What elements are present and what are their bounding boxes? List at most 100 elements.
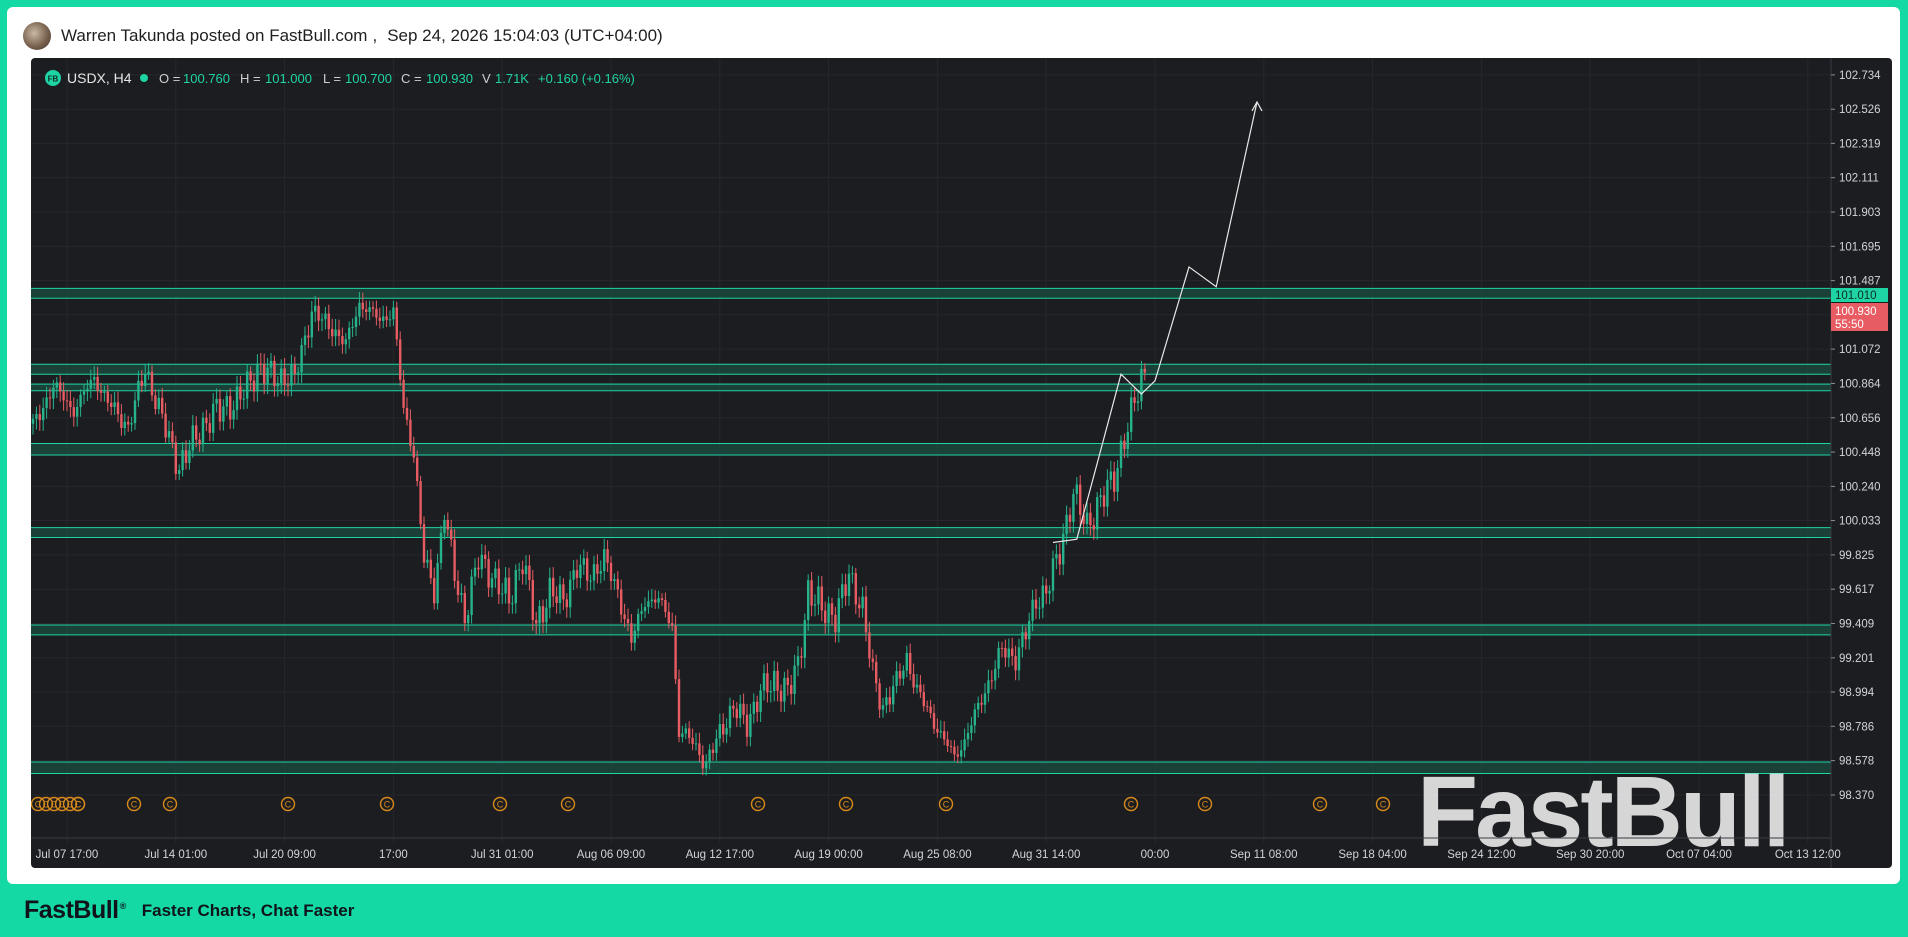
close-value: 100.930: [426, 71, 473, 86]
candle-body: [348, 327, 351, 340]
price-tick-label: 101.487: [1839, 276, 1881, 288]
event-marker-label: C: [131, 800, 138, 810]
candle-body: [507, 577, 511, 604]
candle-body: [572, 570, 575, 580]
candle-body: [79, 394, 82, 407]
candle-body: [38, 414, 41, 421]
candle-body: [742, 703, 745, 715]
candle-body: [259, 363, 262, 365]
footer-logo-text[interactable]: FastBull: [24, 896, 119, 924]
candle-body: [331, 328, 334, 337]
candle-body: [994, 668, 997, 681]
avatar[interactable]: [23, 22, 51, 50]
candle-body: [222, 406, 225, 422]
candle-body: [824, 610, 827, 624]
candle-body: [980, 702, 983, 705]
candle-body: [273, 360, 276, 387]
candle-body: [201, 417, 205, 445]
candle-body: [174, 442, 177, 474]
candle-body: [977, 702, 980, 710]
candle-body: [905, 652, 908, 671]
candle-body: [497, 568, 500, 595]
candle-body: [827, 603, 830, 624]
footer-logo[interactable]: FastBull®: [24, 896, 126, 925]
candle-body: [399, 339, 402, 380]
chart-panel[interactable]: CCCCCCCCCCCCCCCCCCCC FastBull 102.734 102…: [31, 58, 1892, 868]
candle-body: [1130, 397, 1133, 432]
candle-body: [582, 558, 585, 565]
time-tick-label: Aug 19 00:00: [794, 849, 862, 861]
candle-body: [409, 419, 412, 446]
candle-body: [344, 339, 347, 345]
candle-body: [868, 632, 871, 659]
candle-body: [154, 395, 157, 410]
candle-body: [480, 554, 483, 570]
candle-body: [320, 319, 324, 321]
zone-fill: [31, 443, 1831, 456]
event-marker-label: C: [1380, 800, 1387, 810]
candle-body: [290, 364, 293, 386]
candle-body: [630, 623, 633, 643]
candle-body: [803, 620, 806, 658]
candle-body: [565, 599, 568, 608]
candle-body: [127, 421, 130, 425]
author-name[interactable]: Warren Takunda: [61, 26, 185, 46]
candle-body: [654, 599, 657, 603]
candle-body: [208, 423, 211, 433]
candle-body: [898, 671, 902, 679]
candle-body: [1068, 514, 1072, 522]
price-tick-label: 100.240: [1839, 481, 1881, 493]
candle-body: [841, 584, 844, 599]
candle-body: [99, 390, 103, 393]
candle-body: [912, 673, 915, 688]
candle-body: [191, 425, 194, 451]
candle-body: [1024, 632, 1027, 640]
candle-body: [45, 397, 48, 409]
candle-body: [762, 673, 766, 691]
candle-body: [218, 398, 222, 422]
price-tick-label: 102.111: [1839, 173, 1879, 185]
candle-body: [103, 391, 106, 393]
event-marker-label: C: [384, 800, 391, 810]
market-status-dot: [140, 74, 148, 82]
candle-body: [215, 398, 218, 404]
zone-fill: [31, 384, 1831, 391]
candle-body: [229, 396, 232, 420]
price-tick-label: 98.994: [1839, 687, 1875, 699]
candle-body: [592, 564, 596, 581]
candle-body: [718, 724, 721, 739]
candle-body: [875, 661, 878, 684]
candle-body: [528, 565, 531, 580]
candle-body: [518, 569, 521, 571]
candle-body: [997, 647, 1000, 669]
candle-body: [922, 692, 925, 707]
candle-body: [552, 577, 555, 597]
price-tick-label: 101.903: [1839, 207, 1881, 219]
candle-body: [416, 457, 419, 482]
candle-body: [184, 450, 188, 463]
candle-body: [810, 580, 813, 606]
candle-body: [953, 746, 956, 755]
post-card: Warren Takunda posted on FastBull.com , …: [7, 7, 1900, 884]
candle-body: [1126, 431, 1129, 449]
candle-body: [167, 431, 171, 438]
candle-body: [487, 558, 490, 588]
candle-body: [851, 573, 854, 575]
candle-body: [48, 397, 52, 399]
candle-body: [623, 614, 626, 620]
candle-body: [936, 728, 939, 733]
candle-body: [1038, 607, 1041, 609]
price-chart[interactable]: C C C C C CC C C C C C C C C C C C C C FastBull 102.734102…: [31, 58, 1892, 868]
candle-body: [783, 677, 786, 702]
candle-body: [708, 749, 711, 762]
candle-body: [864, 596, 868, 633]
candle-body: [450, 529, 453, 540]
candle-body: [858, 604, 861, 609]
price-tick-label: 99.617: [1839, 584, 1874, 596]
candle-body: [511, 603, 514, 605]
candle-body: [786, 677, 789, 685]
event-marker-label: C: [285, 800, 292, 810]
time-tick-label: Aug 06 09:00: [577, 849, 645, 861]
candle-body: [919, 684, 922, 693]
time-tick-label: Jul 07 17:00: [36, 849, 99, 861]
